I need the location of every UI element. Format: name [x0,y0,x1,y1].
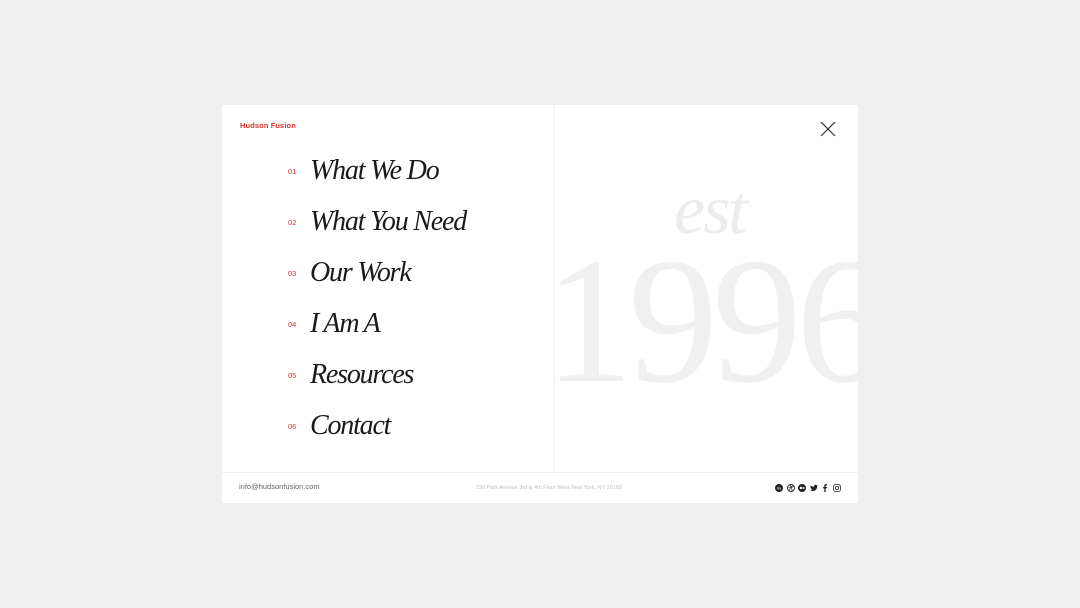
menu-label: Resources [310,359,414,390]
menu-label: I Am A [310,308,381,339]
dribbble-icon[interactable] [786,484,795,492]
menu-overlay: Hudson Fusion est 1996 01 What We Do 02 … [222,105,858,503]
menu-item-our-work[interactable]: 03 Our Work [288,253,412,293]
brand-logo[interactable]: Hudson Fusion [240,121,296,130]
instagram-icon[interactable] [832,484,841,492]
menu-item-contact[interactable]: 06 Contact [288,406,391,446]
menu-number: 06 [288,421,297,431]
menu-number: 03 [288,268,297,278]
menu-number: 04 [288,319,297,329]
social-links: in [775,484,841,492]
email-link[interactable]: info@hudsonfusion.com [239,482,320,491]
close-icon[interactable] [818,119,838,139]
menu-item-what-you-need[interactable]: 02 What You Need [288,202,467,242]
menu-item-resources[interactable]: 05 Resources [288,355,414,395]
vertical-divider [554,105,555,473]
menu-item-what-we-do[interactable]: 01 What We Do [288,151,440,191]
menu-label: What You Need [310,206,467,237]
menu-item-i-am-a[interactable]: 04 I Am A [288,304,381,344]
address-text: 230 Park Avenue 3rd & 4th Floor West New… [476,485,622,491]
menu-number: 01 [288,166,297,176]
menu-label: Our Work [310,257,412,288]
menu-number: 02 [288,217,297,227]
menu-label: Contact [310,410,391,441]
twitter-icon[interactable] [809,484,818,492]
menu-label: What We Do [310,155,440,186]
menu-number: 05 [288,370,297,380]
svg-text:in: in [777,486,781,491]
medium-icon[interactable] [798,484,806,492]
linkedin-icon[interactable]: in [775,484,783,492]
year-decor: 1996 [544,221,858,420]
footer-divider [222,472,858,473]
facebook-icon[interactable] [821,484,829,492]
